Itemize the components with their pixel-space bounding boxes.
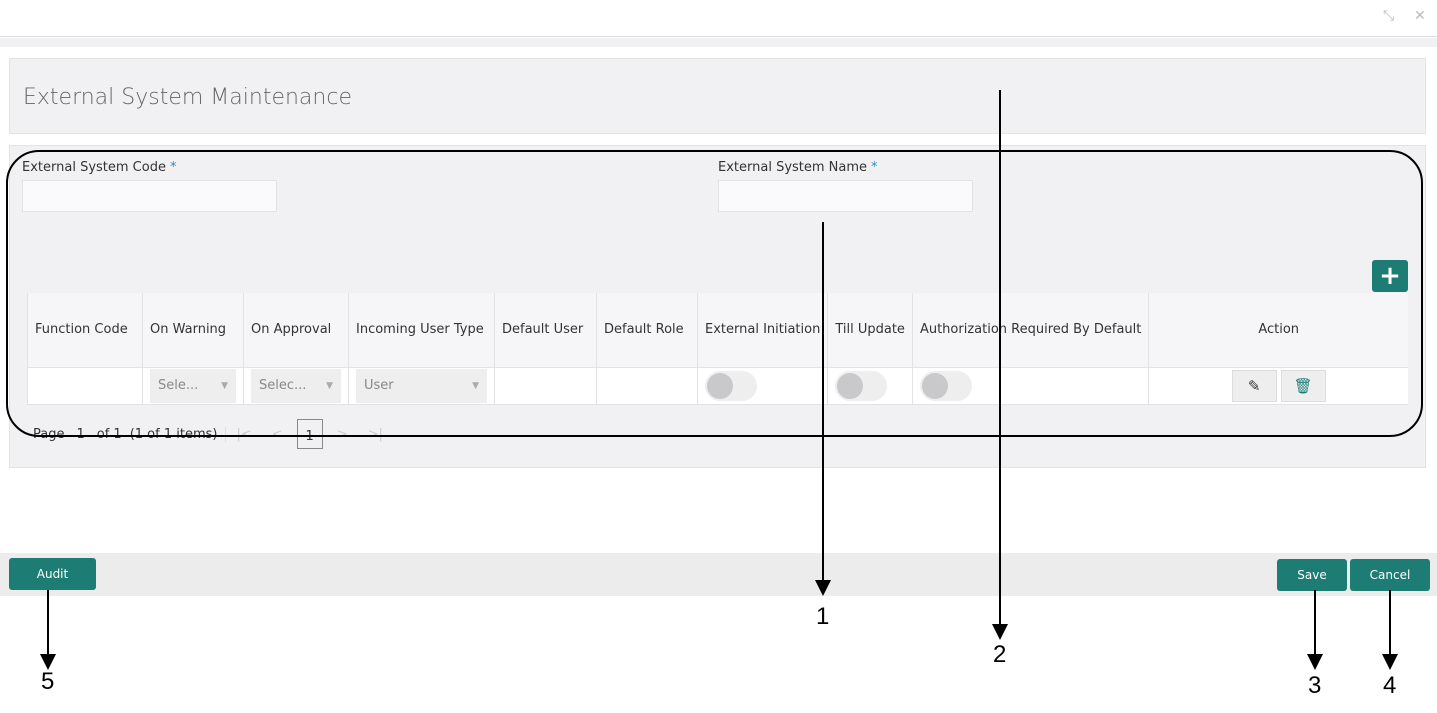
callout-5: 5 (41, 668, 55, 695)
callout-2: 2 (993, 641, 1007, 668)
callout-outline (6, 150, 1423, 437)
callout-overlay (6, 90, 1423, 670)
callout-4: 4 (1383, 672, 1397, 699)
callout-3: 3 (1308, 672, 1322, 699)
callout-1: 1 (816, 603, 830, 630)
